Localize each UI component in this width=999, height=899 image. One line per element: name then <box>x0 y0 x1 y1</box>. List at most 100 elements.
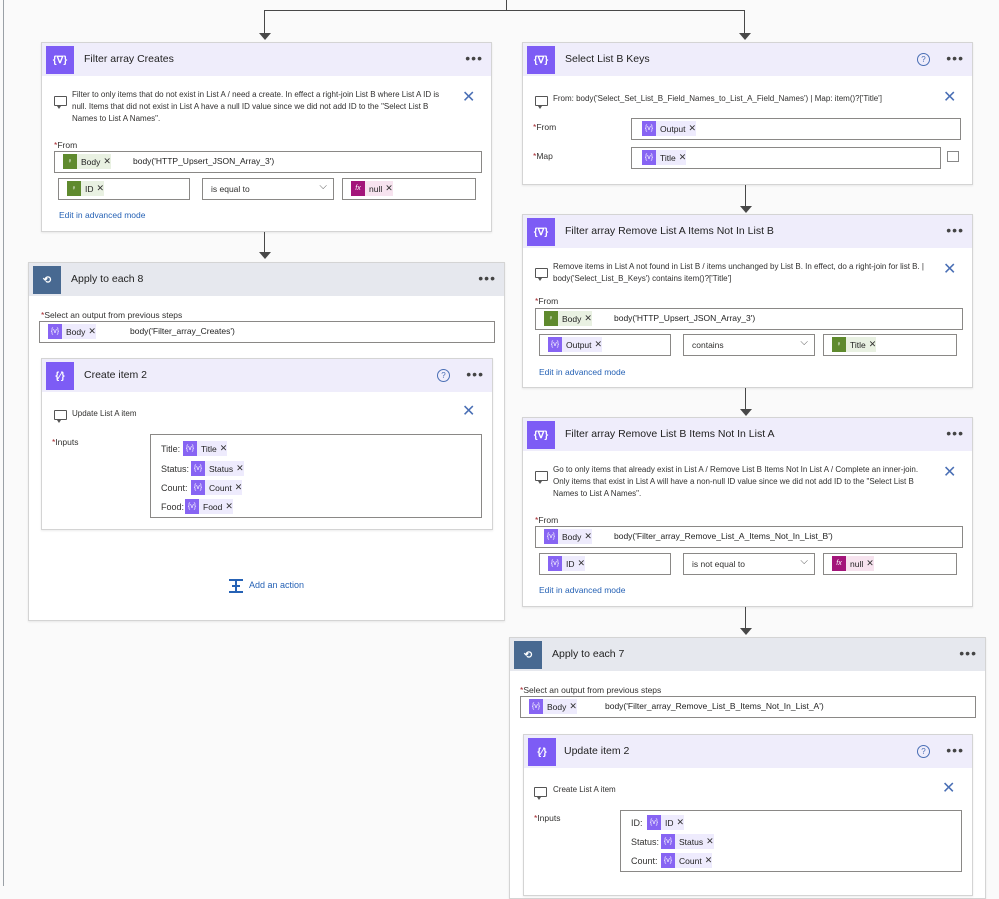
close-note-icon[interactable]: ✕ <box>943 262 956 278</box>
loop-header[interactable]: ⟲ Apply to each 8 ••• <box>29 263 504 296</box>
token-food[interactable]: {v} Food ✕ <box>185 499 233 514</box>
token-id[interactable]: ♀ ID ✕ <box>67 181 105 196</box>
token-title[interactable]: {v} Title ✕ <box>642 150 687 165</box>
token-output[interactable]: {v} Output ✕ <box>642 121 697 136</box>
from-field[interactable]: {v} Output ✕ <box>631 118 961 140</box>
remove-token-icon[interactable]: ✕ <box>706 836 714 847</box>
more-options-icon[interactable]: ••• <box>478 271 496 285</box>
from-field[interactable]: ♀ Body ✕ body('HTTP_Upsert_JSON_Array_3') <box>54 151 482 173</box>
more-options-icon[interactable]: ••• <box>946 743 964 757</box>
remove-token-icon[interactable]: ✕ <box>385 183 393 194</box>
action-card-filter-array-creates[interactable]: {∇} Filter array Creates ••• Filter to o… <box>41 42 492 232</box>
token-count[interactable]: {v} Count ✕ <box>661 853 713 868</box>
token-body[interactable]: ♀ Body ✕ <box>63 154 111 169</box>
more-options-icon[interactable]: ••• <box>946 426 964 440</box>
action-card-filter-remove-list-a[interactable]: {∇} Filter array Remove List A Items Not… <box>522 214 973 388</box>
inputs-field[interactable]: Title: {v} Title ✕ Status: {v} Status ✕ Coun… <box>150 434 482 518</box>
token-body[interactable]: ♀ Body ✕ <box>544 311 592 326</box>
select-output-field[interactable]: {v} Body ✕ body('Filter_array_Creates') <box>39 321 495 343</box>
loop-header[interactable]: ⟲ Apply to each 7 ••• <box>510 638 985 671</box>
token-status[interactable]: {v} Status ✕ <box>661 834 714 849</box>
more-options-icon[interactable]: ••• <box>465 51 483 65</box>
edit-advanced-mode-link[interactable]: Edit in advanced mode <box>539 585 625 595</box>
action-card-select-list-b-keys[interactable]: {∇} Select List B Keys ? ••• From: body(… <box>522 42 973 185</box>
token-body[interactable]: {v} Body ✕ <box>529 699 577 714</box>
action-header[interactable]: {∇} Select List B Keys ? ••• <box>523 43 972 76</box>
condition-left-field[interactable]: {v} ID ✕ <box>539 553 671 575</box>
close-note-icon[interactable]: ✕ <box>462 404 475 420</box>
help-icon[interactable]: ? <box>917 745 930 758</box>
token-null[interactable]: fx null ✕ <box>351 181 393 196</box>
token-id[interactable]: {v} ID ✕ <box>548 556 586 571</box>
select-output-field[interactable]: {v} Body ✕ body('Filter_array_Remove_List_… <box>520 696 976 718</box>
remove-token-icon[interactable]: ✕ <box>569 701 577 712</box>
loop-card-apply-to-each-8[interactable]: ⟲ Apply to each 8 ••• *Select an output … <box>28 262 505 621</box>
remove-token-icon[interactable]: ✕ <box>677 817 685 828</box>
remove-token-icon[interactable]: ✕ <box>236 463 244 474</box>
help-icon[interactable]: ? <box>437 369 450 382</box>
remove-token-icon[interactable]: ✕ <box>595 339 603 350</box>
action-header[interactable]: {∇} Filter array Remove List A Items Not… <box>523 215 972 248</box>
action-note[interactable]: Go to only items that already exist in L… <box>553 464 933 500</box>
remove-token-icon[interactable]: ✕ <box>88 326 96 337</box>
token-title[interactable]: ♀ Title ✕ <box>832 337 877 352</box>
remove-token-icon[interactable]: ✕ <box>235 482 243 493</box>
condition-left-field[interactable]: {v} Output ✕ <box>539 334 671 356</box>
close-note-icon[interactable]: ✕ <box>943 465 956 481</box>
token-body[interactable]: {v} Body ✕ <box>48 324 96 339</box>
loop-card-apply-to-each-7[interactable]: ⟲ Apply to each 7 ••• *Select an output … <box>509 637 986 899</box>
from-field[interactable]: ♀ Body ✕ body('HTTP_Upsert_JSON_Array_3') <box>535 308 963 330</box>
token-null[interactable]: fx null ✕ <box>832 556 874 571</box>
action-note[interactable]: Filter to only items that do not exist i… <box>72 89 452 125</box>
condition-operator-dropdown[interactable]: is equal to ⌵ <box>202 178 334 200</box>
token-id[interactable]: {v} ID ✕ <box>647 815 685 830</box>
condition-left-field[interactable]: ♀ ID ✕ <box>58 178 190 200</box>
remove-token-icon[interactable]: ✕ <box>705 855 713 866</box>
edit-advanced-mode-link[interactable]: Edit in advanced mode <box>539 367 625 377</box>
switch-map-mode-icon[interactable] <box>947 151 959 162</box>
remove-token-icon[interactable]: ✕ <box>97 183 105 194</box>
remove-token-icon[interactable]: ✕ <box>103 156 111 167</box>
token-output[interactable]: {v} Output ✕ <box>548 337 603 352</box>
action-card-filter-remove-list-b[interactable]: {∇} Filter array Remove List B Items Not… <box>522 417 973 607</box>
action-header[interactable]: {∇} Filter array Creates ••• <box>42 43 491 76</box>
remove-token-icon[interactable]: ✕ <box>584 313 592 324</box>
action-note[interactable]: Update List A item <box>72 408 136 420</box>
remove-token-icon[interactable]: ✕ <box>689 123 697 134</box>
inputs-field[interactable]: ID: {v} ID ✕ Status: {v} Status ✕ Count: {v}… <box>620 810 962 872</box>
remove-token-icon[interactable]: ✕ <box>578 558 586 569</box>
remove-token-icon[interactable]: ✕ <box>866 558 874 569</box>
close-note-icon[interactable]: ✕ <box>462 90 475 106</box>
remove-token-icon[interactable]: ✕ <box>584 531 592 542</box>
condition-right-field[interactable]: ♀ Title ✕ <box>823 334 957 356</box>
remove-token-icon[interactable]: ✕ <box>679 152 687 163</box>
token-body[interactable]: {v} Body ✕ <box>544 529 592 544</box>
more-options-icon[interactable]: ••• <box>466 367 484 381</box>
condition-right-field[interactable]: fx null ✕ <box>342 178 476 200</box>
more-options-icon[interactable]: ••• <box>946 223 964 237</box>
token-count[interactable]: {v} Count ✕ <box>191 480 243 495</box>
token-status[interactable]: {v} Status ✕ <box>191 461 244 476</box>
edit-advanced-mode-link[interactable]: Edit in advanced mode <box>59 210 145 220</box>
more-options-icon[interactable]: ••• <box>946 51 964 65</box>
map-field[interactable]: {v} Title ✕ <box>631 147 941 169</box>
action-header[interactable]: {⁄} Create item 2 ? ••• <box>42 359 492 392</box>
action-note[interactable]: Remove items in List A not found in List… <box>553 261 933 285</box>
condition-right-field[interactable]: fx null ✕ <box>823 553 957 575</box>
action-card-create-item-2[interactable]: {⁄} Create item 2 ? ••• Update List A it… <box>41 358 493 530</box>
help-icon[interactable]: ? <box>917 53 930 66</box>
condition-operator-dropdown[interactable]: contains ⌵ <box>683 334 815 356</box>
remove-token-icon[interactable]: ✕ <box>220 443 228 454</box>
action-header[interactable]: {∇} Filter array Remove List B Items Not… <box>523 418 972 451</box>
action-card-update-item-2[interactable]: {⁄} Update item 2 ? ••• Create List A it… <box>523 734 973 896</box>
condition-operator-dropdown[interactable]: is not equal to ⌵ <box>683 553 815 575</box>
action-note[interactable]: From: body('Select_Set_List_B_Field_Name… <box>553 93 933 105</box>
add-action-label[interactable]: Add an action <box>249 580 304 590</box>
action-header[interactable]: {⁄} Update item 2 ? ••• <box>524 735 972 768</box>
from-field[interactable]: {v} Body ✕ body('Filter_array_Remove_List_… <box>535 526 963 548</box>
token-title[interactable]: {v} Title ✕ <box>183 441 228 456</box>
close-note-icon[interactable]: ✕ <box>943 90 956 106</box>
action-note[interactable]: Create List A item <box>553 784 616 796</box>
more-options-icon[interactable]: ••• <box>959 646 977 660</box>
close-note-icon[interactable]: ✕ <box>942 781 955 797</box>
